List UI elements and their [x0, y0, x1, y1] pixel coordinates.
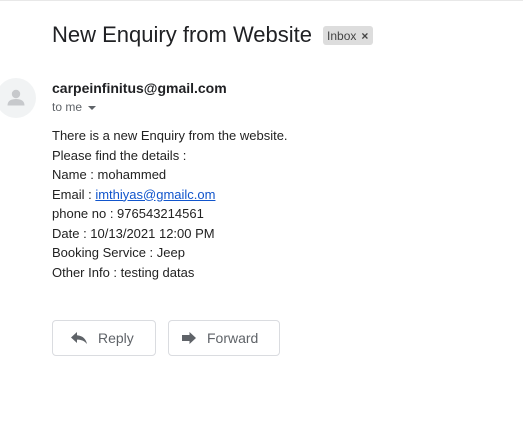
email-subject: New Enquiry from Website [52, 22, 313, 47]
inbox-label-chip[interactable]: Inbox × [323, 26, 374, 45]
body-email-link[interactable]: imthiyas@gmailc.om [95, 187, 215, 202]
reply-button[interactable]: Reply [52, 320, 156, 356]
forward-label: Forward [207, 330, 259, 346]
body-email-prefix: Email : [52, 186, 96, 202]
recipient-details-toggle[interactable]: to me [52, 100, 97, 114]
person-icon [7, 89, 25, 106]
body-phone-line: phone no : 976543214561 [52, 206, 204, 221]
avatar[interactable] [0, 78, 36, 118]
body-email-line: Email : imthiyas@gmailc.om [52, 185, 288, 205]
reply-label: Reply [98, 330, 134, 346]
remove-label-icon[interactable]: × [361, 30, 368, 42]
body-date-line: Date : 10/13/2021 12:00 PM [52, 225, 215, 241]
body-name-line: Name : mohammed [52, 167, 167, 182]
body-intro: There is a new Enquiry from the website. [52, 128, 288, 143]
subject-row: New Enquiry from Website Inbox × [52, 21, 374, 49]
reply-icon [70, 331, 88, 345]
chevron-down-icon[interactable] [88, 105, 97, 110]
sender-address: carpeinfinitus@gmail.com [52, 80, 227, 96]
body-details-heading: Please find the details : [52, 147, 187, 163]
forward-button[interactable]: Forward [168, 320, 280, 356]
top-divider [0, 0, 523, 1]
inbox-label-text: Inbox [327, 28, 357, 43]
reply-actions: Reply Forward [52, 320, 280, 356]
body-service-line: Booking Service : Jeep [52, 245, 185, 260]
body-other-line: Other Info : testing datas [52, 264, 195, 280]
email-body: There is a new Enquiry from the website.… [52, 126, 288, 282]
recipient-label: to me [52, 100, 83, 114]
forward-icon [181, 331, 197, 345]
